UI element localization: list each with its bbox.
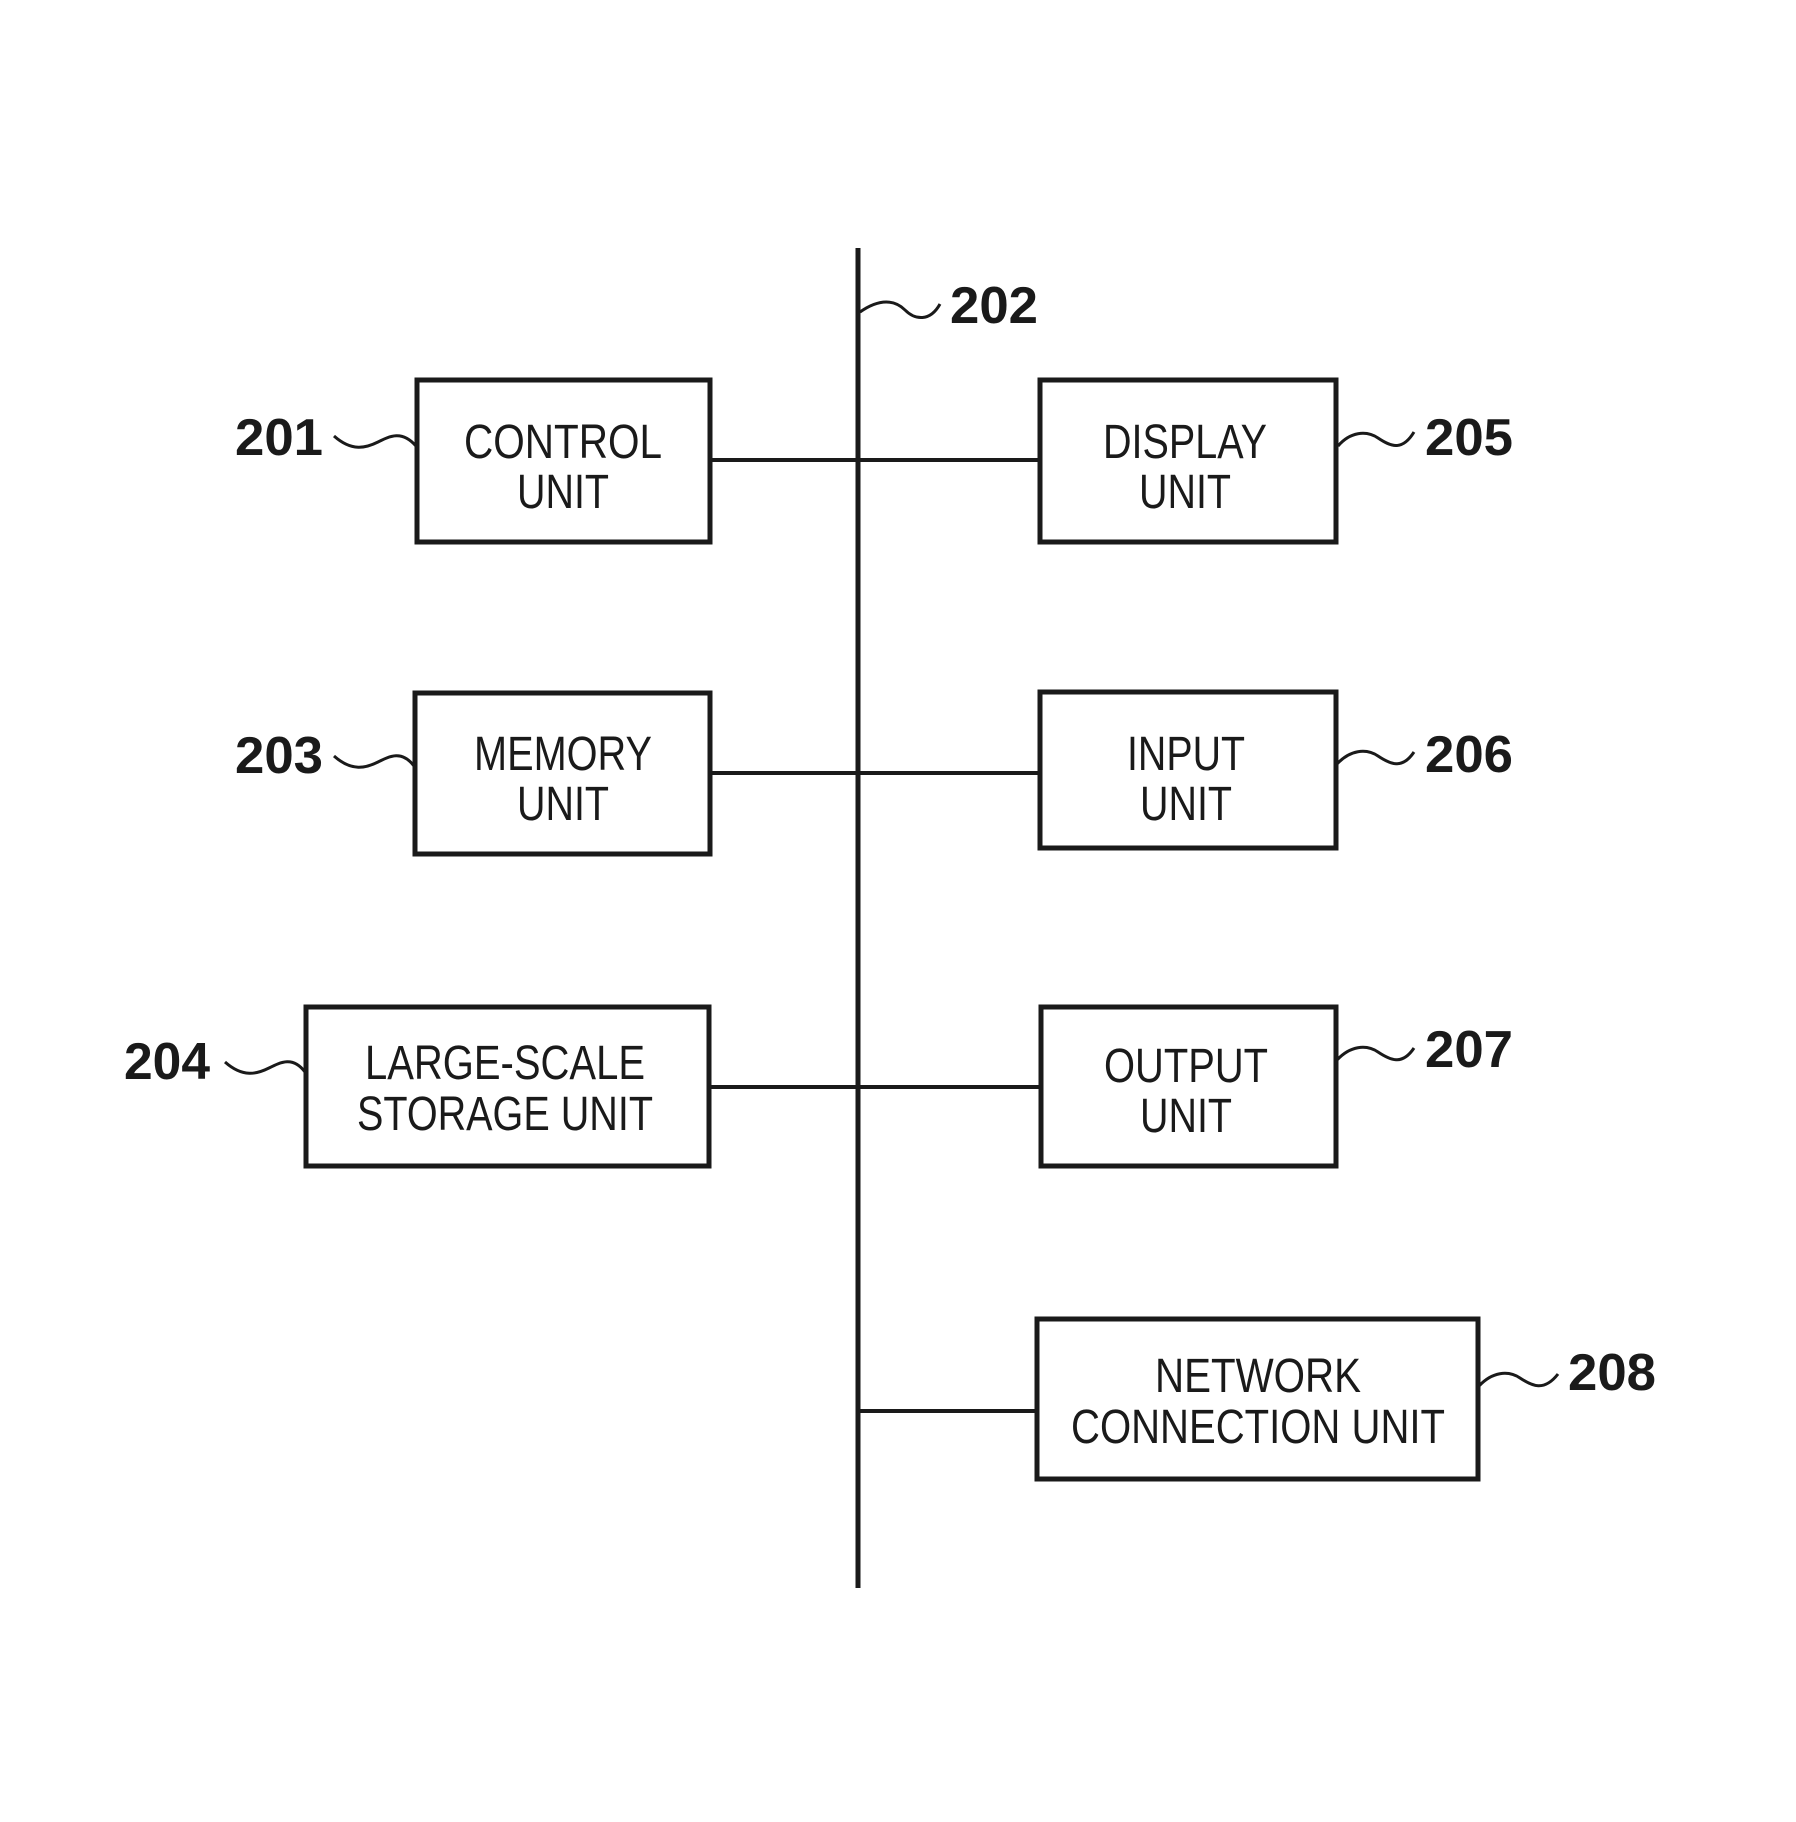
- output-unit-leader-line: [1335, 1045, 1416, 1062]
- memory-unit-ref-label: 203: [235, 727, 323, 785]
- input-unit-label-line1: INPUT: [1127, 728, 1245, 781]
- input-unit-ref-label: 206: [1425, 726, 1513, 784]
- block-network-connection-unit: NETWORK CONNECTION UNIT 208: [1034, 1316, 1656, 1482]
- storage-unit-label-line1: LARGE-SCALE: [365, 1037, 645, 1090]
- storage-unit-leader-line: [224, 1060, 307, 1075]
- block-memory-unit: MEMORY UNIT 203: [235, 690, 713, 857]
- input-unit-leader-line: [1335, 749, 1416, 766]
- bus-leader-line: [859, 300, 942, 319]
- display-unit-ref-label: 205: [1425, 409, 1513, 467]
- output-unit-ref-label: 207: [1425, 1021, 1513, 1079]
- display-unit-leader-line: [1336, 431, 1416, 448]
- control-unit-leader-line: [333, 434, 418, 449]
- block-display-unit: DISPLAY UNIT 205: [1037, 377, 1513, 545]
- memory-unit-leader-line: [333, 754, 416, 769]
- block-control-unit: CONTROL UNIT 201: [235, 377, 713, 545]
- block-input-unit: INPUT UNIT 206: [1037, 689, 1513, 851]
- control-unit-label-line2: UNIT: [517, 466, 609, 519]
- block-large-scale-storage-unit: LARGE-SCALE STORAGE UNIT 204: [124, 1004, 712, 1169]
- network-unit-label-line2: CONNECTION UNIT: [1071, 1401, 1445, 1454]
- network-unit-label-line1: NETWORK: [1155, 1350, 1361, 1403]
- output-unit-label-line1: OUTPUT: [1104, 1040, 1268, 1093]
- output-unit-label-line2: UNIT: [1140, 1090, 1232, 1143]
- input-unit-label-line2: UNIT: [1140, 778, 1232, 831]
- storage-unit-ref-label: 204: [124, 1033, 210, 1091]
- bus-ref-label: 202: [950, 277, 1038, 335]
- control-unit-ref-label: 201: [235, 409, 323, 467]
- memory-unit-label-line1: MEMORY: [474, 728, 652, 781]
- memory-unit-label-line2: UNIT: [517, 778, 609, 831]
- block-output-unit: OUTPUT UNIT 207: [1038, 1004, 1513, 1169]
- block-diagram: 202 CONTROL UNIT 201 MEMORY UNIT 203 LAR…: [124, 248, 1656, 1588]
- network-unit-ref-label: 208: [1568, 1344, 1656, 1402]
- network-unit-leader-line: [1477, 1371, 1560, 1388]
- display-unit-label-line2: UNIT: [1139, 466, 1231, 519]
- control-unit-label-line1: CONTROL: [464, 416, 662, 469]
- display-unit-label-line1: DISPLAY: [1103, 416, 1267, 469]
- storage-unit-label-line2: STORAGE UNIT: [357, 1088, 653, 1141]
